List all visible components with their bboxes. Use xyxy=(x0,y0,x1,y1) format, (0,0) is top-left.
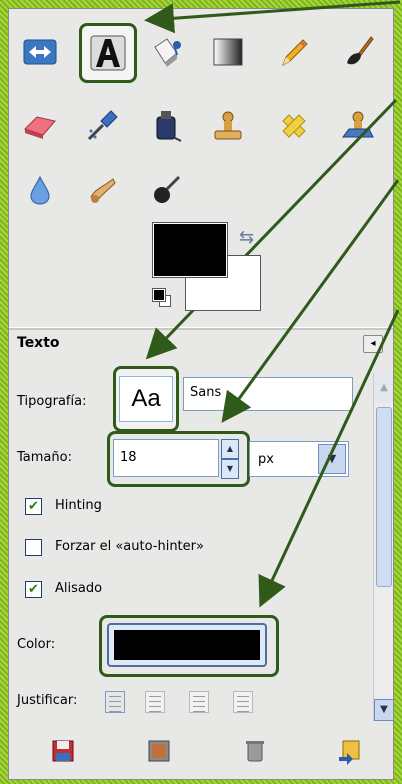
size-stepper[interactable]: ▲ ▼ xyxy=(221,439,239,479)
font-label: Tipografía: xyxy=(17,394,87,409)
antialias-label: Alisado xyxy=(55,581,103,596)
blur-sharpen-icon[interactable] xyxy=(17,167,63,213)
color-label: Color: xyxy=(17,637,56,652)
restore-options-icon[interactable] xyxy=(145,737,173,765)
justify-center-button[interactable] xyxy=(189,691,209,713)
tool-options-title: Texto xyxy=(17,335,60,351)
reset-options-icon[interactable] xyxy=(335,737,363,765)
foreground-color-swatch[interactable] xyxy=(152,222,228,278)
stepper-down-icon[interactable]: ▼ xyxy=(221,459,239,479)
justify-left-button[interactable] xyxy=(105,691,125,713)
toolbox-panel: ⇆ Texto ◂ Tipografía: Aa Sans Tamaño: 18… xyxy=(8,8,394,780)
save-options-icon[interactable] xyxy=(49,737,77,765)
font-field[interactable]: Sans xyxy=(183,377,353,411)
options-scrollbar[interactable]: ▲ ▼ xyxy=(373,373,393,721)
delete-options-icon[interactable] xyxy=(241,737,269,765)
justify-fill-button[interactable] xyxy=(233,691,253,713)
hinting-label: Hinting xyxy=(55,498,102,513)
ink-icon[interactable] xyxy=(143,103,189,149)
eraser-icon[interactable] xyxy=(17,103,63,149)
separator xyxy=(9,327,393,330)
color-area: ⇆ xyxy=(149,219,269,319)
justify-right-button[interactable] xyxy=(145,691,165,713)
swap-colors-icon[interactable]: ⇆ xyxy=(239,227,254,248)
chevron-down-icon[interactable]: ▼ xyxy=(318,444,346,474)
size-field[interactable]: 18 xyxy=(113,439,219,477)
unit-value: px xyxy=(258,452,274,467)
perspective-clone-icon[interactable] xyxy=(335,103,381,149)
default-colors-icon[interactable] xyxy=(152,288,166,302)
antialias-checkbox[interactable]: ✔ xyxy=(25,581,42,598)
panel-menu-button[interactable]: ◂ xyxy=(363,335,383,353)
hinting-checkbox[interactable]: ✔ xyxy=(25,498,42,515)
text-color-fill xyxy=(114,630,260,660)
font-preview-button[interactable]: Aa xyxy=(113,366,179,432)
blend-icon[interactable] xyxy=(205,29,251,75)
scroll-up-icon[interactable]: ▲ xyxy=(374,373,393,403)
text-color-button[interactable] xyxy=(107,623,267,667)
align-tool-icon[interactable] xyxy=(17,29,63,75)
unit-dropdown[interactable]: px ▼ xyxy=(249,441,349,477)
size-label: Tamaño: xyxy=(17,450,72,465)
airbrush-icon[interactable] xyxy=(79,103,125,149)
autohinter-checkbox[interactable] xyxy=(25,539,42,556)
pencil-icon[interactable] xyxy=(271,29,317,75)
autohinter-label: Forzar el «auto-hinter» xyxy=(55,539,204,554)
heal-icon[interactable] xyxy=(271,103,317,149)
paintbrush-icon[interactable] xyxy=(335,29,381,75)
bucket-fill-icon[interactable] xyxy=(143,29,189,75)
scroll-thumb[interactable] xyxy=(376,407,392,587)
dodge-burn-icon[interactable] xyxy=(143,167,189,213)
justify-label: Justificar: xyxy=(17,693,78,708)
text-tool-icon[interactable] xyxy=(79,23,137,83)
smudge-icon[interactable] xyxy=(79,167,125,213)
font-preview-text: Aa xyxy=(119,376,173,422)
clone-icon[interactable] xyxy=(205,103,251,149)
stepper-up-icon[interactable]: ▲ xyxy=(221,439,239,459)
scroll-down-icon[interactable]: ▼ xyxy=(374,699,393,721)
